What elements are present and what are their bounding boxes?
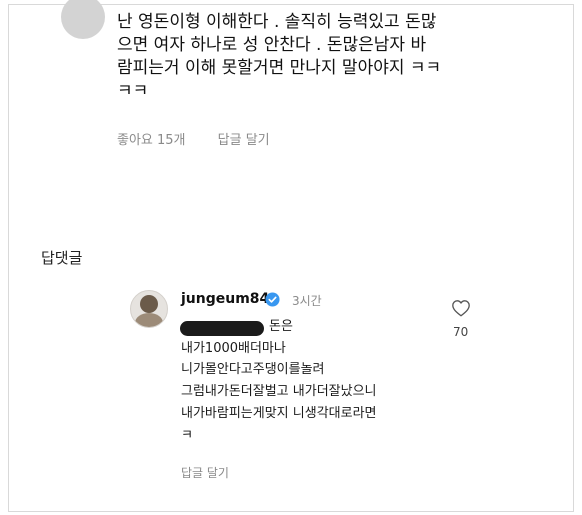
comment-likes-link[interactable]: 좋아요 15개 xyxy=(117,133,186,148)
replies-heading: 답댓글 xyxy=(41,249,83,267)
reply-line: 내가바람피는게맞지 니생각대로라면 xyxy=(181,405,377,421)
reply-line: 돈은 xyxy=(269,319,293,334)
comment-line: 난 영돈이형 이해한다 . 솔직히 능력있고 돈많 xyxy=(117,12,437,32)
reply-line: 니가몰안다고주댕이를놀려 xyxy=(181,362,325,378)
reply-line: 그럼내가돈더잘벌고 내가더잘났으니 xyxy=(181,384,377,400)
comment-line: ㅋㅋ xyxy=(117,81,149,101)
reply-body: 돈은 내가1000배더마나 니가몰안다고주댕이를놀려 그럼내가돈더잘벌고 내가더… xyxy=(181,316,481,446)
reply-username[interactable]: jungeum84 xyxy=(181,291,269,307)
reply-timestamp: 3시간 xyxy=(292,294,322,308)
comment-line: 으면 여자 하나로 성 안찬다 . 돈많은남자 바 xyxy=(117,35,427,55)
avatar-body-shape xyxy=(135,313,163,327)
commenter-avatar[interactable] xyxy=(61,0,105,39)
comment-thread-panel: 난 영돈이형 이해한다 . 솔직히 능력있고 돈많 으면 여자 하나로 성 안찬… xyxy=(8,0,574,512)
heart-icon[interactable] xyxy=(451,299,471,317)
reply-reply-button[interactable]: 답글 달기 xyxy=(181,464,229,481)
reply-line: ㅋ xyxy=(181,427,193,443)
avatar-head-shape xyxy=(140,295,158,313)
comment-line: 람피는거 이해 못할거면 만나지 말아야지 ㅋㅋ xyxy=(117,58,442,78)
comment-reply-button[interactable]: 답글 달기 xyxy=(218,133,270,148)
comment-meta: 좋아요 15개 답글 달기 xyxy=(117,129,298,148)
comment-body: 난 영돈이형 이해한다 . 솔직히 능력있고 돈많 으면 여자 하나로 성 안찬… xyxy=(117,11,537,103)
reply-line: 내가1000배더마나 xyxy=(181,340,286,356)
reply-like-count: 70 xyxy=(453,325,469,339)
verified-badge-icon xyxy=(265,292,280,307)
reply-avatar[interactable] xyxy=(130,290,168,328)
